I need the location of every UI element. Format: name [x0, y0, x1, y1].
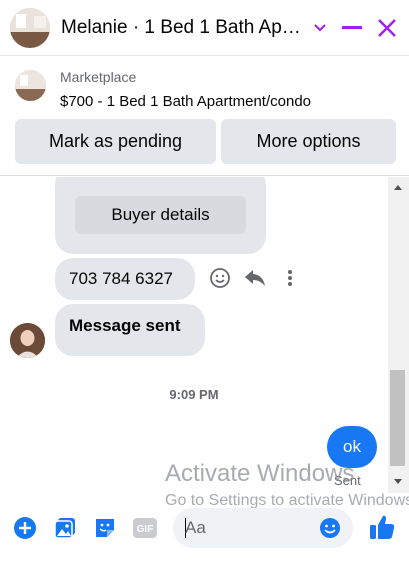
sticker-icon[interactable] — [92, 515, 118, 541]
chat-header: Melanie · 1 Bed 1 Bath Apa… — [0, 0, 409, 56]
gif-icon[interactable]: GIF — [132, 515, 158, 541]
close-icon[interactable] — [371, 12, 403, 44]
more-icon[interactable] — [278, 266, 302, 290]
listing-title[interactable]: $700 - 1 Bed 1 Bath Apartment/condo — [60, 93, 311, 110]
react-icon[interactable] — [208, 266, 232, 290]
marketplace-label: Marketplace — [60, 69, 137, 85]
timestamp: 9:09 PM — [169, 387, 219, 402]
listing-thumbnail[interactable] — [15, 70, 46, 101]
like-icon[interactable] — [367, 512, 397, 542]
chevron-down-icon[interactable] — [304, 12, 336, 44]
listing-photo-icon — [10, 8, 50, 48]
listing-photo-icon — [15, 70, 46, 101]
buyer-details-button[interactable]: Buyer details — [75, 196, 246, 234]
photo-icon[interactable] — [52, 515, 78, 541]
scrollbar[interactable] — [388, 177, 409, 493]
conversation-title[interactable]: Melanie · 1 Bed 1 Bath Apa… — [61, 17, 306, 39]
minimize-icon[interactable] — [336, 12, 368, 44]
gif-label: GIF — [137, 524, 154, 535]
marketplace-banner: Marketplace $700 - 1 Bed 1 Bath Apartmen… — [0, 56, 409, 176]
message-input-wrapper[interactable] — [173, 508, 353, 548]
message-bubble[interactable]: 703 784 6327 — [55, 258, 195, 300]
message-list[interactable]: Buyer details 703 784 6327 Message sent … — [0, 177, 388, 493]
delivery-status: Sent — [334, 473, 361, 488]
mark-as-pending-button[interactable]: Mark as pending — [15, 119, 216, 164]
scroll-down-arrow-icon[interactable] — [394, 479, 402, 484]
message-input[interactable] — [185, 508, 315, 548]
more-options-button[interactable]: More options — [221, 119, 396, 164]
emoji-icon[interactable] — [318, 516, 342, 540]
buyer-card: Buyer details — [55, 177, 266, 254]
profile-photo-icon — [10, 323, 45, 358]
plus-icon[interactable] — [12, 515, 38, 541]
composer: GIF — [0, 493, 409, 562]
my-message-bubble[interactable]: ok — [327, 426, 377, 468]
avatar[interactable] — [10, 8, 50, 48]
scroll-up-arrow-icon[interactable] — [394, 185, 402, 190]
sender-avatar[interactable] — [10, 323, 45, 358]
reply-icon[interactable] — [243, 266, 267, 290]
message-bubble[interactable]: Message sent — [55, 304, 205, 356]
scrollbar-thumb[interactable] — [390, 370, 405, 466]
